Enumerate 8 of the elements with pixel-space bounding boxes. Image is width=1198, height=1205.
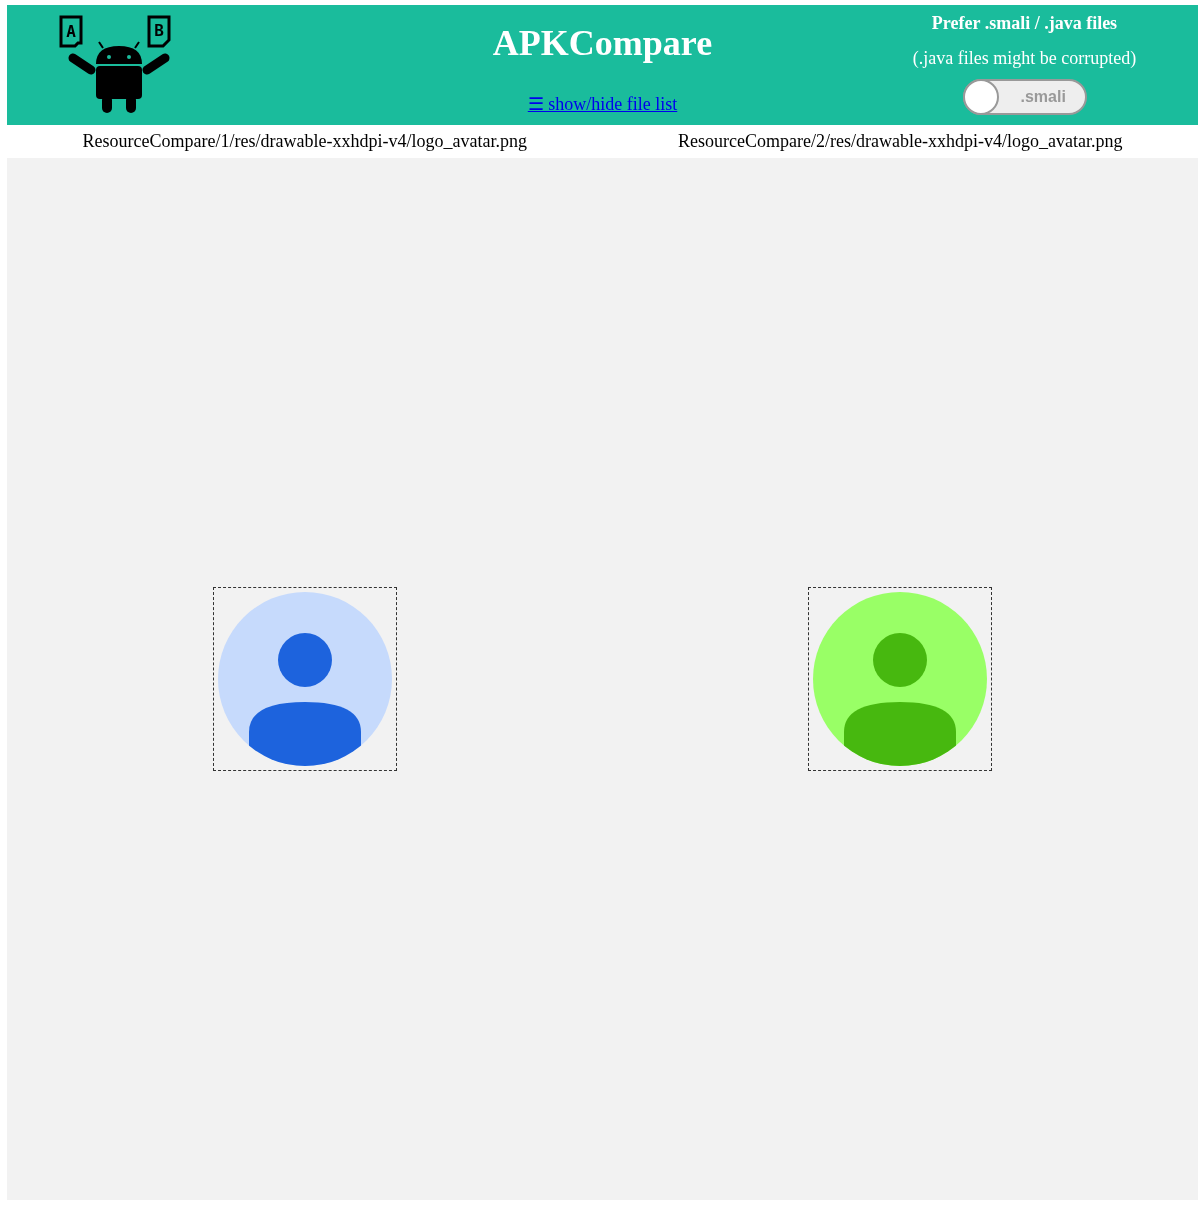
preference-note: (.java files might be corrupted): [912, 48, 1137, 69]
android-logo: A B: [59, 15, 179, 115]
file-path: ResourceCompare/1/res/drawable-xxhdpi-v4/logo_avatar.png: [82, 131, 527, 152]
app-title: APKCompare: [492, 23, 713, 63]
preference-heading: Prefer .smali / .java files: [931, 13, 1118, 34]
file-list-link[interactable]: ☰ show/hide file list: [527, 93, 678, 115]
smali-java-toggle[interactable]: .smali: [962, 79, 1087, 115]
file-path: ResourceCompare/2/res/drawable-xxhdpi-v4/logo_avatar.png: [678, 131, 1123, 152]
